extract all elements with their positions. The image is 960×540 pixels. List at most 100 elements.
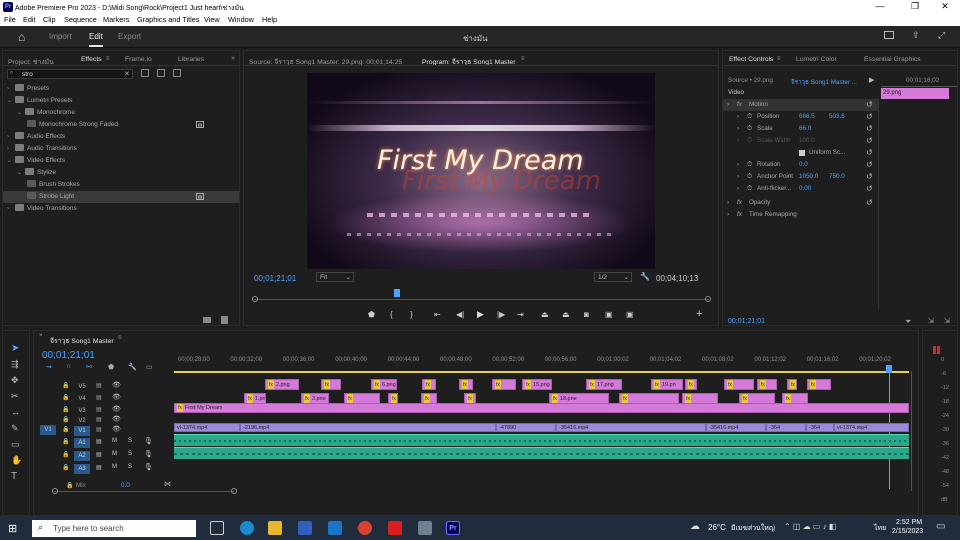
hand-tool-icon[interactable]: ✋	[11, 455, 22, 466]
track-label[interactable]: A3	[74, 464, 90, 474]
workspaces-icon[interactable]	[884, 31, 894, 39]
lock-icon[interactable]: 🔒	[62, 464, 69, 471]
clear-search-icon[interactable]: ✕	[124, 70, 130, 78]
ec-row[interactable]: › ⏱ Anchor Point 1050.0 750.0 ↺	[723, 171, 878, 183]
source-patch-v1[interactable]: V1	[40, 425, 56, 435]
notification-icon[interactable]: ▭	[936, 521, 945, 532]
mute-button[interactable]: M	[112, 438, 117, 444]
32bit-effects-icon[interactable]	[157, 69, 165, 77]
microphone-icon[interactable]: 🎙	[144, 463, 153, 471]
time-ruler[interactable]: 00;00;28;00 00;00;32;00 00;00;36;00 00;00;4…	[174, 353, 914, 367]
language-indicator[interactable]: ไทย	[874, 523, 886, 534]
ec-row[interactable]: › ⏱ Rotation 0.0 ↺	[723, 159, 878, 171]
ec-value[interactable]: 666.5	[799, 111, 815, 123]
tab-import[interactable]: Import	[49, 32, 72, 41]
v1-video-clip[interactable]: -35416.mp4	[706, 423, 766, 432]
mix-lock-icon[interactable]: 🔒	[66, 482, 73, 489]
ec-export-icon[interactable]: ⇲	[928, 317, 934, 325]
menu-clip[interactable]: Clip	[43, 15, 56, 24]
sync-lock-icon[interactable]: ▤	[96, 438, 102, 445]
ec-row[interactable]: › fx Opacity ↺	[723, 197, 878, 209]
v1-video-clip[interactable]: -2196.mp4	[240, 423, 496, 432]
reset-icon[interactable]: ↺	[866, 161, 874, 169]
mark-out-icon[interactable]: }	[410, 310, 413, 319]
program-timecode[interactable]: 00;01;21;01	[254, 274, 296, 283]
tab-essential-graphics[interactable]: Essential Graphics	[864, 56, 921, 63]
horizontal-zoom-scroll[interactable]	[54, 491, 234, 492]
v5-clip[interactable]: fx 19.pn	[651, 379, 683, 390]
more-tabs-icon[interactable]: »	[231, 55, 235, 62]
razor-tool-icon[interactable]: ✂	[11, 391, 19, 402]
resolution-dropdown[interactable]: 1/2 ⌄	[594, 272, 632, 282]
ec-value[interactable]: 1050.0	[799, 171, 818, 183]
ec-value[interactable]: 750.0	[829, 171, 845, 183]
chevron-right-icon[interactable]: ›	[7, 131, 15, 143]
v1-video-clip[interactable]: vi-1374.mp4	[174, 423, 240, 432]
track-label[interactable]: A1	[74, 438, 90, 448]
chevron-right-icon[interactable]: ›	[737, 135, 739, 147]
track-header-v1[interactable]: V1 🔒 V1 ▤ 👁	[34, 425, 174, 437]
extract-icon[interactable]: ⏏	[562, 310, 570, 319]
chevron-down-icon[interactable]: ⌄	[17, 107, 25, 119]
effects-search-input[interactable]: ⌕ stro ✕	[7, 69, 133, 79]
mute-button[interactable]: M	[112, 451, 117, 457]
ec-row[interactable]: › ⏱ Position 666.5 503.6 ↺	[723, 111, 878, 123]
eye-icon[interactable]: 👁	[112, 393, 121, 401]
insert-sequence-icon[interactable]: ⇝	[46, 363, 52, 371]
effects-tree-item[interactable]: Brush Strokes	[3, 179, 239, 191]
v5-clip[interactable]: fx 6.png	[371, 379, 397, 390]
fullscreen-icon[interactable]: ⤢	[938, 30, 945, 41]
chevron-right-icon[interactable]: ›	[737, 183, 739, 195]
v5-clip[interactable]: fx	[757, 379, 777, 390]
tray-icons[interactable]: ⌃ ◫ ☁ ▭ ♪ ◧	[784, 522, 837, 531]
app-icon[interactable]	[418, 521, 432, 535]
menu-file[interactable]: File	[4, 15, 16, 24]
weather-text[interactable]: มีเมฆส่วนใหญ่	[731, 523, 775, 534]
chevron-right-icon[interactable]: ›	[727, 209, 729, 221]
v5-clip[interactable]: fx	[321, 379, 341, 390]
track-label[interactable]: V5	[74, 382, 90, 392]
snap-icon[interactable]: ∩	[66, 363, 71, 370]
home-icon[interactable]: ⌂	[18, 30, 25, 44]
timeline-timecode[interactable]: 00;01;21;01	[42, 350, 95, 361]
step-back-icon[interactable]: ◀|	[456, 310, 464, 319]
reset-icon[interactable]: ↺	[866, 137, 874, 145]
effects-tree-item[interactable]: › Presets	[3, 83, 239, 95]
reset-icon[interactable]: ↺	[866, 149, 874, 157]
add-marker-icon[interactable]: ⬟	[368, 310, 375, 319]
menu-window[interactable]: Window	[228, 15, 254, 24]
slip-tool-icon[interactable]: ↔	[11, 407, 20, 417]
v5-clip[interactable]: fx	[422, 379, 436, 390]
menu-view[interactable]: View	[204, 15, 220, 24]
lock-icon[interactable]: 🔒	[62, 394, 69, 401]
mute-button[interactable]: M	[112, 464, 117, 470]
ec-row[interactable]: › ⏱ Anti-flicker... 0.00 ↺	[723, 183, 878, 195]
audio-clip-a1[interactable]	[174, 434, 909, 446]
v5-clip[interactable]: fx	[492, 379, 516, 390]
chevron-right-icon[interactable]: ›	[7, 143, 15, 155]
lock-icon[interactable]: 🔒	[62, 451, 69, 458]
go-to-out-icon[interactable]: ⇥	[517, 310, 524, 319]
ec-row[interactable]: › fx Motion ↺	[723, 99, 878, 111]
settings-wrench-icon[interactable]: 🔧	[640, 272, 650, 281]
lift-icon[interactable]: ⏏	[541, 310, 549, 319]
stopwatch-icon[interactable]: ⏱	[747, 135, 752, 147]
program-menu-icon[interactable]: ≡	[521, 56, 525, 62]
tab-frameio[interactable]: Frame.io	[125, 56, 152, 63]
program-scrubber[interactable]	[254, 299, 709, 300]
ec-value[interactable]: 66.0	[799, 123, 811, 135]
close-button[interactable]: ✕	[930, 1, 960, 12]
captions-icon[interactable]: ▭	[146, 363, 153, 371]
work-area-bar[interactable]	[174, 371, 909, 373]
timeline-menu-icon[interactable]: ≡	[118, 335, 122, 341]
effects-tree-item[interactable]: › Audio Effects	[3, 131, 239, 143]
export-frame-icon[interactable]: ◙	[584, 310, 589, 319]
maximize-button[interactable]: ❐	[900, 1, 930, 12]
effects-tree-item[interactable]: ⌄ Lumetri Presets	[3, 95, 239, 107]
eye-icon[interactable]: 👁	[112, 415, 121, 423]
menu-graphics[interactable]: Graphics and Titles	[137, 15, 199, 24]
program-video-frame[interactable]: First My Dream First My Dream	[307, 73, 655, 269]
menu-help[interactable]: Help	[262, 15, 277, 24]
ec-value[interactable]: 0.0	[799, 159, 808, 171]
step-forward-icon[interactable]: |▶	[497, 310, 505, 319]
